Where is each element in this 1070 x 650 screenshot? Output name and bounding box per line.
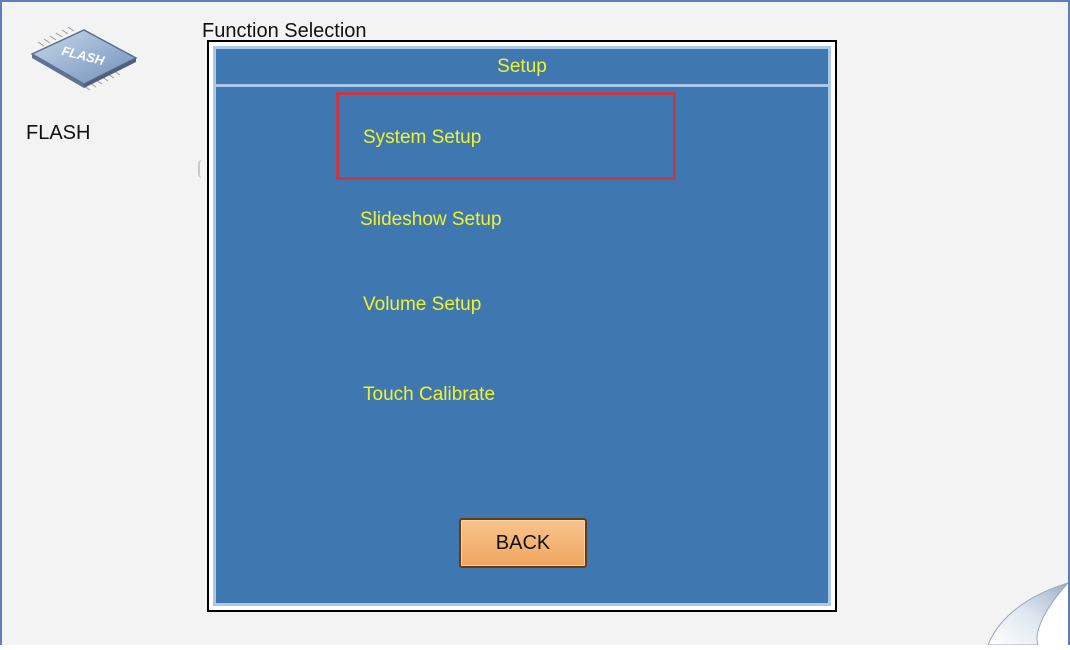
dialog-title: Setup xyxy=(216,49,828,87)
menu-item-touch-calibrate[interactable]: Touch Calibrate xyxy=(363,384,495,406)
menu-item-system-setup[interactable]: System Setup xyxy=(363,127,481,149)
screen-title: Function Selection xyxy=(202,20,367,42)
menu-item-slideshow-setup[interactable]: Slideshow Setup xyxy=(360,209,502,231)
back-button[interactable]: BACK xyxy=(459,518,587,568)
menu-item-volume-setup[interactable]: Volume Setup xyxy=(363,294,481,316)
page-curl-icon[interactable] xyxy=(978,575,1070,646)
flash-label: FLASH xyxy=(26,122,91,144)
setup-dialog-body: Setup System Setup Slideshow Setup Volum… xyxy=(213,46,831,606)
setup-dialog: Setup System Setup Slideshow Setup Volum… xyxy=(207,40,837,612)
main-screen: Function Selection FLASH FLASH Setup Sys… xyxy=(0,0,1070,646)
flash-chip-icon[interactable]: FLASH xyxy=(24,24,144,94)
